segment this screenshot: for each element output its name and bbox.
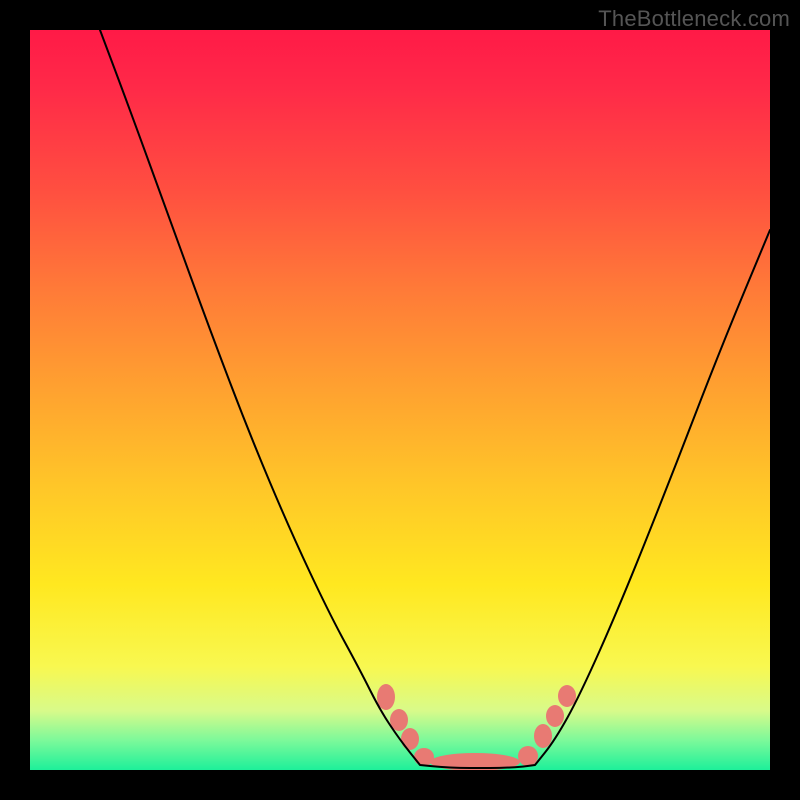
curve-marker: [377, 684, 395, 710]
curve-marker: [546, 705, 564, 727]
bottleneck-curve-chart: [30, 30, 770, 770]
v-curve-line: [100, 30, 770, 768]
curve-marker: [518, 746, 538, 766]
curve-marker: [401, 728, 419, 750]
curve-marker: [558, 685, 576, 707]
curve-marker: [534, 724, 552, 748]
watermark-text: TheBottleneck.com: [598, 6, 790, 32]
curve-markers: [377, 684, 576, 770]
